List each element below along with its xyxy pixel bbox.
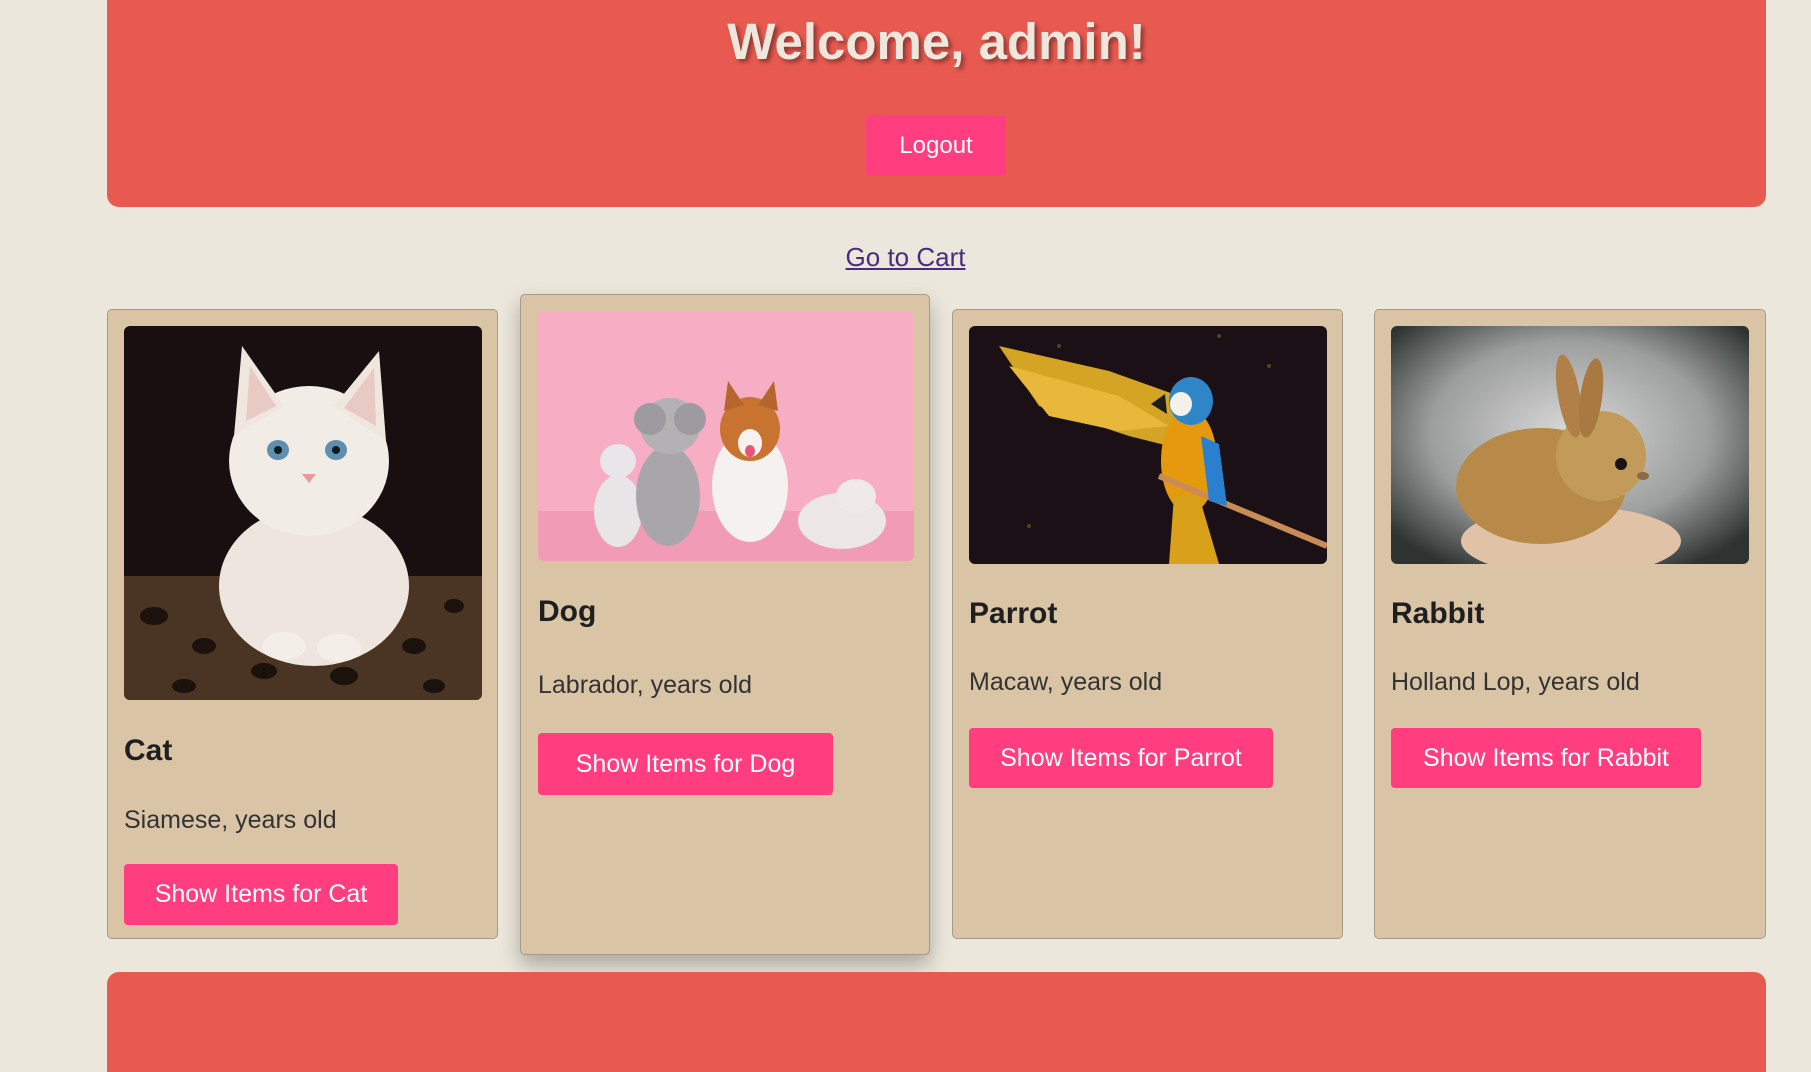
show-items-rabbit-button[interactable]: Show Items for Rabbit xyxy=(1391,728,1701,788)
pet-name: Parrot xyxy=(969,597,1058,630)
pet-description: Labrador, years old xyxy=(538,671,753,699)
cart-link-container: Go to Cart xyxy=(0,242,1811,273)
parrot-photo xyxy=(969,326,1327,564)
show-items-dog-button[interactable]: Show Items for Dog xyxy=(538,733,833,795)
welcome-heading: Welcome, admin! xyxy=(727,13,1146,70)
show-items-cat-button[interactable]: Show Items for Cat xyxy=(124,864,398,925)
pet-name: Dog xyxy=(538,595,597,628)
logout-button[interactable]: Logout xyxy=(866,115,1006,176)
pet-name: Cat xyxy=(124,734,173,767)
go-to-cart-link[interactable]: Go to Cart xyxy=(846,242,966,272)
footer-banner xyxy=(107,972,1766,1072)
rabbit-photo xyxy=(1391,326,1749,564)
pet-card-rabbit: Rabbit Holland Lop, years old Show Items… xyxy=(1374,309,1766,939)
pet-name: Rabbit xyxy=(1391,597,1485,630)
pet-card-dog: Dog Labrador, years old Show Items for D… xyxy=(520,294,930,955)
pet-description: Macaw, years old xyxy=(969,668,1163,696)
header-banner: Welcome, admin! Logout xyxy=(107,0,1766,207)
show-items-parrot-button[interactable]: Show Items for Parrot xyxy=(969,728,1273,788)
pet-description: Siamese, years old xyxy=(124,806,337,834)
pet-description: Holland Lop, years old xyxy=(1391,668,1640,696)
pet-card-parrot: Parrot Macaw, years old Show Items for P… xyxy=(952,309,1343,939)
pet-card-cat: Cat Siamese, years old Show Items for Ca… xyxy=(107,309,498,939)
cat-photo xyxy=(124,326,482,700)
dogs-photo xyxy=(538,311,914,561)
